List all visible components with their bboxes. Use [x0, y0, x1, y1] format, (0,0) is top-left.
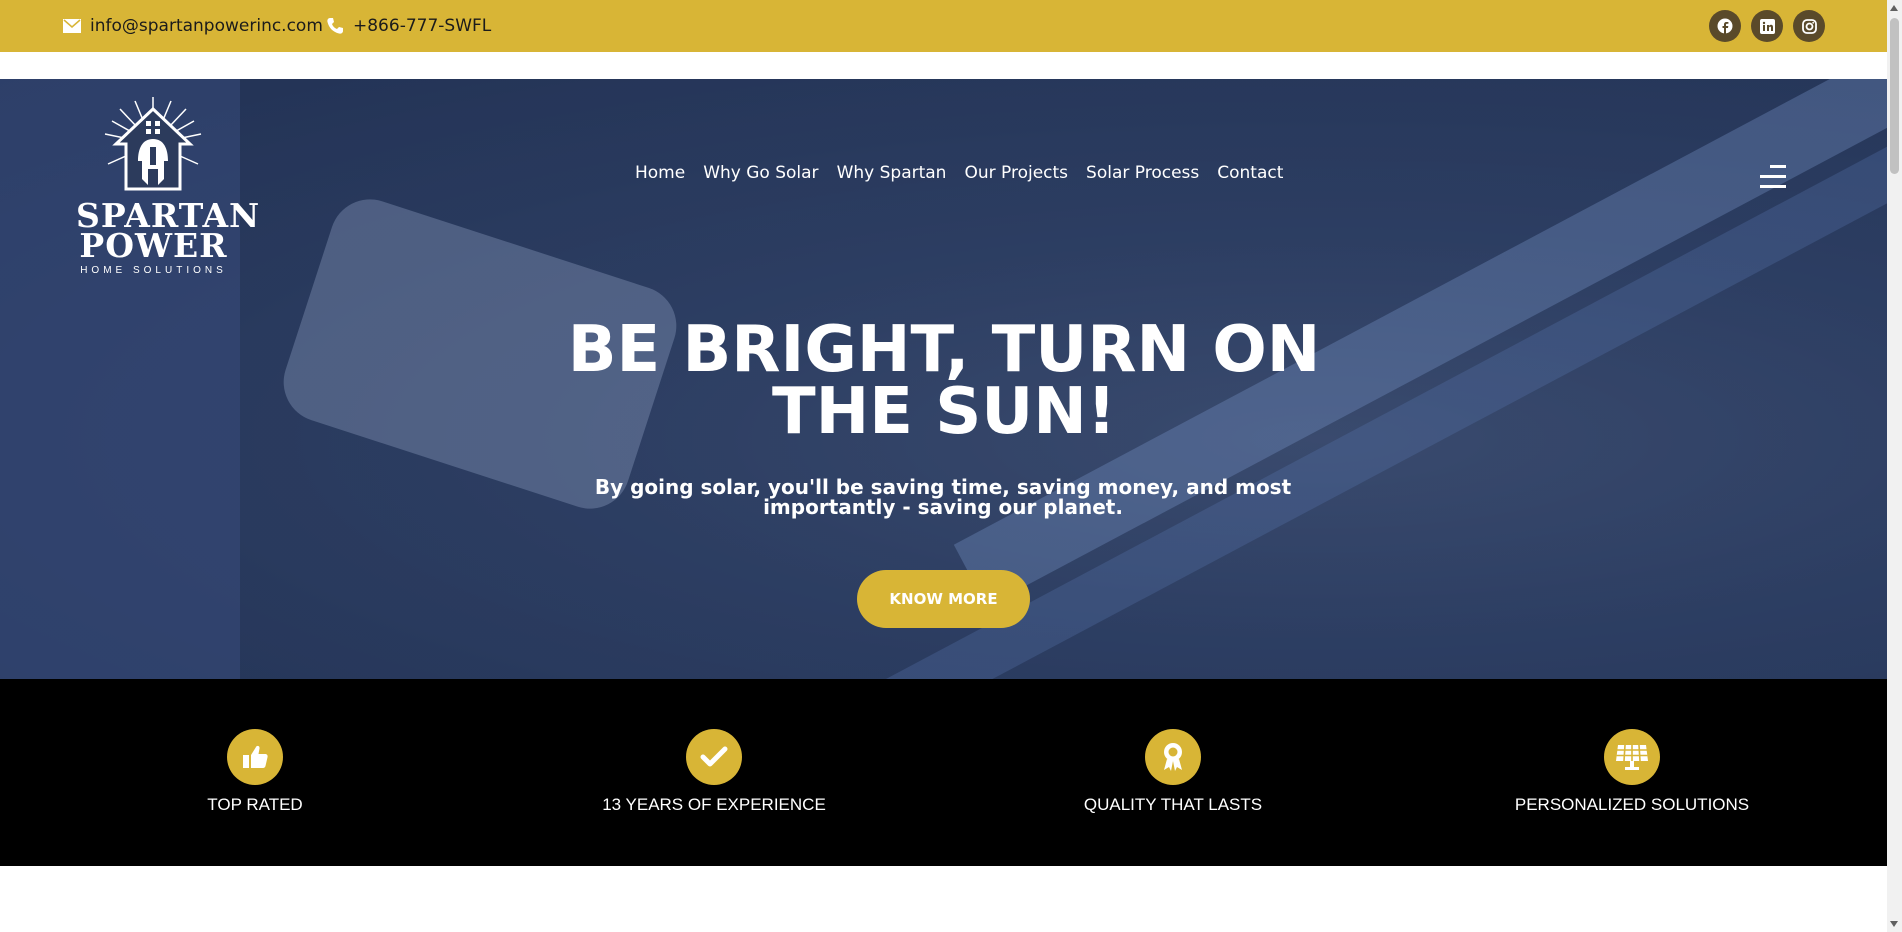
facebook-icon[interactable] [1709, 10, 1741, 42]
solar-panel-icon [1604, 729, 1660, 785]
hero-headline-line-2: THE SUN! [771, 375, 1117, 449]
email-text[interactable]: info@spartanpowerinc.com [90, 16, 323, 36]
logo-tagline: HOME SOLUTIONS [80, 265, 227, 276]
thumbs-up-icon [227, 729, 283, 785]
feature-personalized: PERSONALIZED SOLUTIONS [1482, 729, 1782, 815]
nav-contact[interactable]: Contact [1217, 163, 1283, 183]
feature-label: PERSONALIZED SOLUTIONS [1514, 795, 1750, 814]
feature-top-rated: TOP RATED [105, 729, 405, 815]
features-strip: TOP RATED 13 YEARS OF EXPERIENCE QUALITY… [0, 679, 1887, 866]
scrollbar-thumb[interactable] [1890, 18, 1899, 174]
logo-wordmark: SPARTAN POWER [76, 199, 259, 262]
feature-experience: 13 YEARS OF EXPERIENCE [564, 729, 864, 815]
feature-label: TOP RATED [207, 795, 303, 814]
spartan-helmet-house-icon [104, 97, 202, 191]
phone-icon [325, 16, 345, 36]
main-navigation: Home Why Go Solar Why Spartan Our Projec… [635, 163, 1283, 183]
feature-label: QUALITY THAT LASTS [1083, 795, 1263, 814]
instagram-icon[interactable] [1793, 10, 1825, 42]
phone-text[interactable]: +866-777-SWFL [353, 16, 491, 36]
feature-label: 13 YEARS OF EXPERIENCE [602, 795, 826, 814]
hero-section: SPARTAN POWER HOME SOLUTIONS Home Why Go… [0, 79, 1887, 679]
hero-subtitle-line-2: importantly - saving our planet. [763, 495, 1123, 519]
nav-why-go-solar[interactable]: Why Go Solar [703, 163, 818, 183]
nav-home[interactable]: Home [635, 163, 685, 183]
checkmark-icon [686, 729, 742, 785]
nav-our-projects[interactable]: Our Projects [964, 163, 1068, 183]
scroll-down-arrow-icon[interactable] [1890, 921, 1898, 927]
know-more-button[interactable]: KNOW MORE [857, 570, 1030, 628]
logo-line-power: POWER [79, 226, 228, 265]
email-contact[interactable]: info@spartanpowerinc.com [62, 0, 323, 52]
page-scrollbar[interactable] [1887, 0, 1902, 932]
spartan-power-logo[interactable]: SPARTAN POWER HOME SOLUTIONS [76, 89, 259, 276]
hero-subtitle: By going solar, you'll be saving time, s… [550, 477, 1336, 517]
nav-solar-process[interactable]: Solar Process [1086, 163, 1199, 183]
top-bar: info@spartanpowerinc.com +866-777-SWFL [0, 0, 1887, 52]
social-links [1709, 10, 1825, 42]
hamburger-menu-icon[interactable] [1760, 165, 1786, 189]
nav-why-spartan[interactable]: Why Spartan [837, 163, 947, 183]
phone-contact[interactable]: +866-777-SWFL [325, 0, 491, 52]
envelope-icon [62, 16, 82, 36]
award-ribbon-icon [1145, 729, 1201, 785]
linkedin-icon[interactable] [1751, 10, 1783, 42]
scroll-up-arrow-icon[interactable] [1890, 5, 1898, 11]
hero-headline: BE BRIGHT, TURN ON THE SUN! [540, 318, 1348, 444]
feature-quality: QUALITY THAT LASTS [1023, 729, 1323, 815]
